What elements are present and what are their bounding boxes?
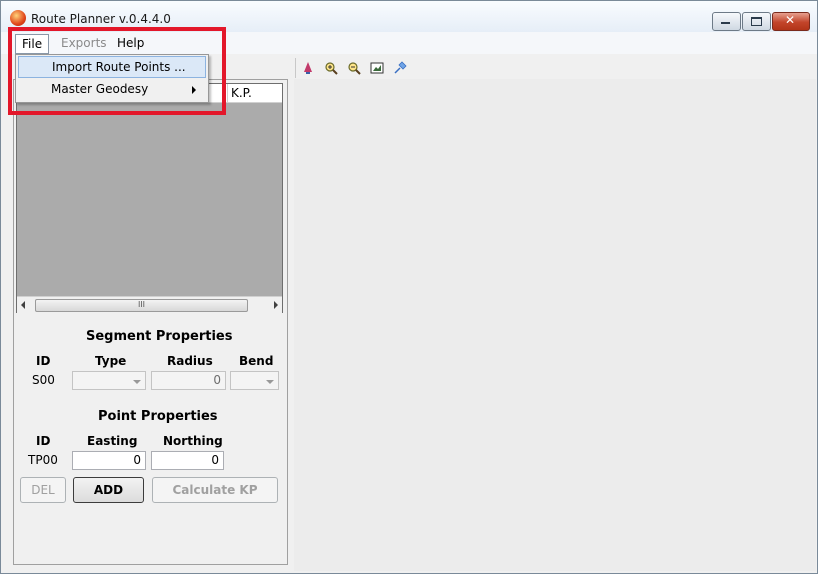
point-northing-label: Northing (163, 434, 223, 448)
point-id-label: ID (36, 434, 51, 448)
highlight-box (8, 27, 226, 115)
segment-bend-select[interactable] (230, 371, 279, 390)
pin-icon[interactable] (393, 61, 407, 75)
chevron-down-icon (266, 380, 274, 384)
maximize-icon (751, 17, 762, 26)
chevron-down-icon (133, 380, 141, 384)
point-id-value: TP00 (28, 453, 58, 467)
minimize-icon (721, 22, 730, 24)
close-button[interactable]: ✕ (772, 12, 810, 31)
zoom-out-icon[interactable] (347, 61, 361, 75)
northing-field[interactable]: 0 (151, 451, 224, 470)
scroll-left-icon[interactable] (21, 301, 25, 309)
easting-field[interactable]: 0 (72, 451, 146, 470)
segment-properties-title: Segment Properties (86, 329, 233, 344)
segment-id-label: ID (36, 354, 51, 368)
minimize-button[interactable] (712, 12, 741, 31)
zoom-in-icon[interactable] (324, 61, 338, 75)
scroll-right-icon[interactable] (274, 301, 278, 309)
horizontal-scrollbar[interactable]: III (17, 296, 282, 313)
maximize-button[interactable] (742, 12, 771, 31)
point-properties-title: Point Properties (98, 409, 218, 424)
del-button[interactable]: DEL (20, 477, 66, 503)
segment-type-label: Type (95, 354, 127, 368)
window-title: Route Planner v.0.4.4.0 (31, 12, 171, 26)
close-icon: ✕ (785, 13, 796, 27)
main-window: Route Planner v.0.4.4.0 ✕ File Exports H… (0, 0, 818, 574)
point-easting-label: Easting (87, 434, 138, 448)
toolbar-separator (295, 58, 296, 78)
calculate-kp-button[interactable]: Calculate KP (152, 477, 278, 503)
app-icon (10, 10, 26, 26)
column-kp[interactable]: K.P. (227, 84, 282, 102)
add-button[interactable]: ADD (73, 477, 144, 503)
segment-radius-field[interactable]: 0 (151, 371, 226, 390)
segment-type-select[interactable] (72, 371, 146, 390)
left-panel: K.P. III Segment Properties ID Type Radi… (13, 79, 288, 565)
segment-id-value: S00 (32, 373, 55, 387)
segment-radius-label: Radius (167, 354, 213, 368)
pan-icon[interactable] (301, 61, 315, 75)
route-points-grid[interactable]: K.P. III (16, 83, 283, 313)
map-canvas[interactable] (294, 79, 816, 571)
scroll-thumb[interactable]: III (35, 299, 248, 312)
zoom-extents-icon[interactable] (370, 61, 384, 75)
segment-bend-label: Bend (239, 354, 274, 368)
